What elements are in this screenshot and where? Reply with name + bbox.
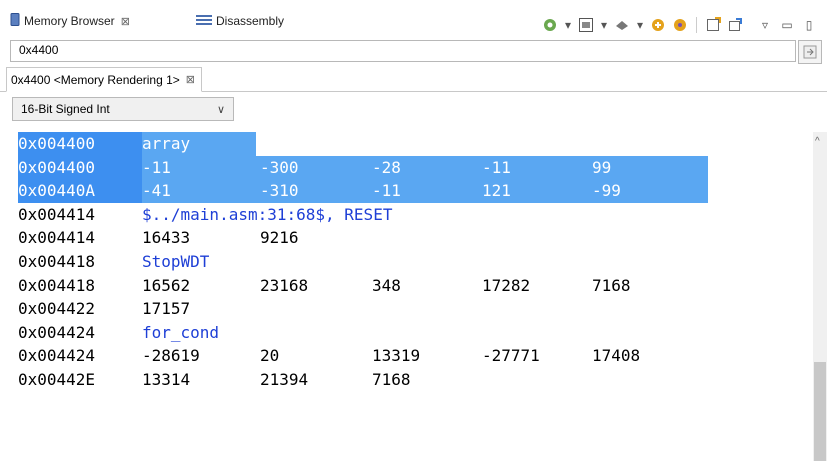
rendering-tab-label: 0x4400 <Memory Rendering 1> — [11, 72, 180, 87]
memory-row[interactable]: 0x00440A -41 -310 -11 121 -99 — [18, 179, 813, 203]
minimize-icon[interactable]: ▭ — [779, 17, 795, 33]
memory-row[interactable]: 0x004418 StopWDT — [18, 250, 813, 274]
memory-value-cell[interactable]: 13319 — [372, 344, 420, 368]
memory-value-cell[interactable]: -41 — [142, 179, 171, 203]
rendering-tab-bar: 0x4400 <Memory Rendering 1> ⊠ — [0, 67, 827, 92]
selection-highlight — [142, 179, 708, 203]
memory-address: 0x004400 — [18, 132, 142, 156]
close-icon[interactable]: ⊠ — [186, 73, 195, 86]
memory-value-cell[interactable]: -11 — [372, 179, 401, 203]
memory-address: 0x004414 — [18, 204, 96, 224]
memory-address: 0x004400 — [18, 155, 142, 180]
memory-value-cell[interactable]: -310 — [260, 179, 299, 203]
selection-highlight — [142, 155, 708, 180]
view-toolbar: ▾ ▾ ▾ ▿ ▭ ▯ — [542, 17, 817, 33]
chevron-down-icon[interactable]: ▾ — [600, 17, 608, 33]
memory-value-cell[interactable]: -99 — [592, 179, 621, 203]
memory-address: 0x004418 — [18, 275, 96, 295]
memory-value-cell[interactable]: 121 — [482, 179, 511, 203]
memory-value-cell[interactable]: 13314 — [142, 368, 190, 392]
memory-value-cell[interactable]: 17282 — [482, 274, 530, 298]
scrollbar-thumb[interactable] — [814, 362, 826, 461]
pin-icon[interactable] — [727, 17, 743, 33]
close-icon[interactable]: ⊠ — [121, 15, 130, 28]
export-icon[interactable] — [672, 17, 688, 33]
memory-chip-icon — [10, 13, 20, 29]
tab-label: Memory Browser — [24, 14, 115, 28]
new-view-icon[interactable] — [705, 17, 721, 33]
tab-disassembly[interactable]: Disassembly — [196, 11, 284, 31]
memory-value-cell[interactable]: 23168 — [260, 274, 308, 298]
memory-view-icon[interactable] — [578, 17, 594, 33]
memory-value-cell[interactable]: 20 — [260, 344, 279, 368]
memory-value-cell[interactable]: 348 — [372, 274, 401, 298]
import-icon[interactable] — [650, 17, 666, 33]
memory-address: 0x00440A — [18, 179, 142, 203]
memory-value-cell[interactable]: 17157 — [142, 297, 190, 321]
vertical-scrollbar[interactable]: ^ — [813, 132, 827, 461]
memory-address: 0x004414 — [18, 228, 96, 248]
go-to-address-button[interactable] — [798, 40, 822, 64]
memory-value-cell[interactable]: -11 — [482, 156, 511, 180]
memory-symbol-label: StopWDT — [142, 251, 210, 271]
tab-memory-rendering[interactable]: 0x4400 <Memory Rendering 1> ⊠ — [6, 67, 202, 92]
memory-row[interactable]: 0x004424 for_cond — [18, 321, 813, 345]
tab-memory-browser[interactable]: Memory Browser ⊠ — [10, 11, 130, 31]
memory-row[interactable]: 0x004400 array — [18, 132, 813, 156]
refresh-icon[interactable] — [542, 17, 558, 33]
memory-address: 0x004422 — [18, 299, 96, 319]
toolbar-separator — [696, 17, 697, 33]
memory-address: 0x004424 — [18, 346, 96, 366]
view-menu-icon[interactable]: ▿ — [757, 17, 773, 33]
memory-value-cell[interactable]: -11 — [142, 156, 171, 180]
view-tab-bar: Memory Browser ⊠ Disassembly ▾ ▾ ▾ ▿ ▭ ▯ — [0, 7, 827, 35]
memory-row[interactable]: 0x004414 $../main.asm:31:68$, RESET — [18, 203, 813, 227]
address-field[interactable] — [10, 40, 796, 62]
memory-value-cell[interactable]: 21394 — [260, 368, 308, 392]
memory-row[interactable]: 0x004414 16433 9216 — [18, 226, 813, 250]
memory-value-cell[interactable]: -28 — [372, 156, 401, 180]
memory-row[interactable]: 0x004424 -28619 20 13319 -27771 17408 — [18, 344, 813, 368]
memory-value-cell[interactable]: 7168 — [372, 368, 411, 392]
top-band — [0, 0, 827, 7]
chevron-down-icon[interactable]: ▾ — [564, 17, 572, 33]
memory-value-cell[interactable]: 17408 — [592, 344, 640, 368]
connect-icon[interactable] — [614, 17, 630, 33]
memory-address: 0x00442E — [18, 369, 96, 389]
memory-value-cell[interactable]: 99 — [592, 156, 611, 180]
memory-value-cell[interactable]: 16433 — [142, 226, 190, 250]
scroll-up-icon[interactable]: ^ — [815, 136, 820, 147]
memory-symbol-label: for_cond — [142, 322, 220, 342]
memory-value-cell[interactable]: 9216 — [260, 226, 299, 250]
go-icon — [803, 45, 817, 59]
memory-row[interactable]: 0x004400 -11 -300 -28 -11 99 — [18, 155, 813, 180]
address-input[interactable] — [11, 41, 780, 59]
chevron-down-icon[interactable]: ▾ — [636, 17, 644, 33]
maximize-icon[interactable]: ▯ — [801, 17, 817, 33]
memory-row[interactable]: 0x004422 17157 — [18, 297, 813, 321]
memory-row[interactable]: 0x00442E 13314 21394 7168 — [18, 368, 813, 392]
memory-value-cell[interactable]: -28619 — [142, 344, 200, 368]
memory-address: 0x004418 — [18, 251, 96, 271]
memory-address: 0x004424 — [18, 322, 96, 342]
tab-label: Disassembly — [216, 14, 285, 28]
disassembly-icon — [196, 14, 212, 29]
memory-symbol-label: array — [142, 134, 191, 153]
chevron-down-icon: ∨ — [216, 103, 225, 116]
format-select[interactable]: 16-Bit Signed Int ∨ — [12, 97, 234, 121]
format-select-value: 16-Bit Signed Int — [21, 102, 110, 116]
memory-value-cell[interactable]: -300 — [260, 156, 299, 180]
memory-rendering[interactable]: 0x004400 array 0x004400 -11 -300 -28 -11 99 0x00… — [18, 132, 813, 461]
memory-value-cell[interactable]: 7168 — [592, 274, 631, 298]
memory-row[interactable]: 0x004418 16562 23168 348 17282 7168 — [18, 274, 813, 298]
memory-value-cell[interactable]: -27771 — [482, 344, 540, 368]
memory-symbol-label: $../main.asm:31:68$, RESET — [142, 204, 393, 224]
memory-value-cell[interactable]: 16562 — [142, 274, 190, 298]
